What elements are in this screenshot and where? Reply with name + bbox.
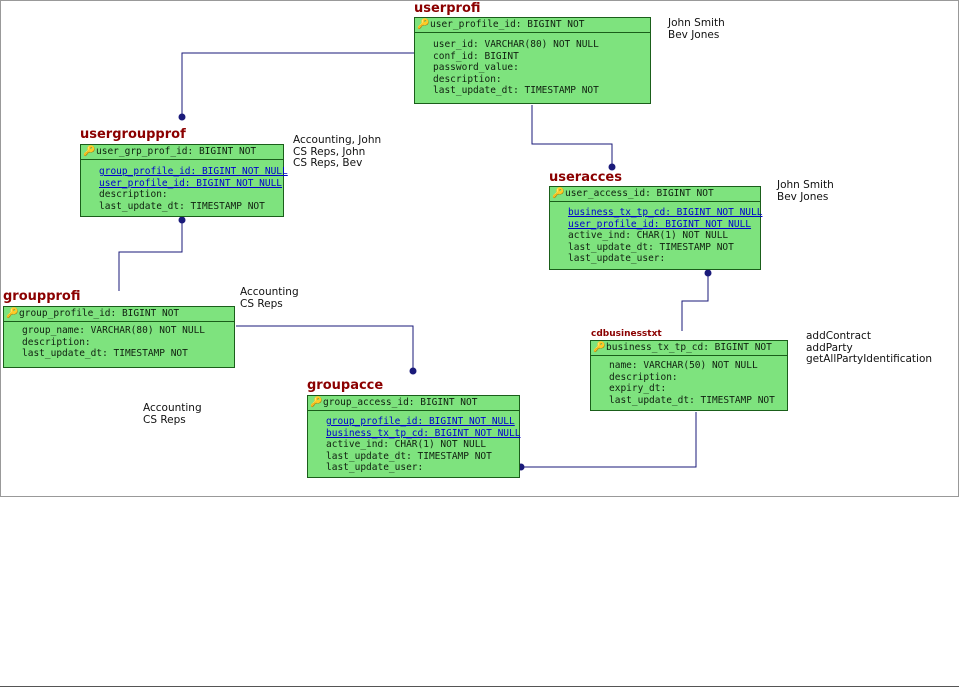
primary-key-column: user_profile_id: BIGINT NOT	[430, 19, 585, 30]
relationship-line-groupprofi-usergroupprof	[118, 220, 183, 291]
column: name: VARCHAR(50) NOT NULL	[609, 360, 758, 371]
foreign-key-column: business_tx_tp_cd: BIGINT NOT NULL	[568, 207, 763, 218]
primary-key-row: 🔑user_grp_prof_id: BIGINT NOT	[81, 145, 283, 160]
foreign-key-column: user_profile_id: BIGINT NOT NULL	[99, 177, 283, 189]
column: conf_id: BIGINT	[433, 50, 519, 62]
column-list: business_tx_tp_cd: BIGINT NOT NULL user_…	[568, 207, 762, 265]
column: active_ind: CHAR(1) NOT NULL	[568, 230, 729, 241]
column-list: group_profile_id: BIGINT NOT NULL user_p…	[99, 166, 288, 212]
entity-box[interactable]: 🔑user_grp_prof_id: BIGINT NOT group_prof…	[80, 144, 288, 217]
note-cdbusinesstxt: addContract addParty getAllPartyIdentifi…	[806, 330, 933, 366]
note-line: addContract	[806, 330, 871, 342]
entity-title: groupprofi	[3, 289, 81, 304]
column: last_update_dt: TIMESTAMP NOT	[433, 85, 599, 96]
key-icon: 🔑	[417, 19, 430, 30]
entity-box[interactable]: 🔑group_profile_id: BIGINT NOT group_name…	[3, 306, 235, 368]
note-line: John Smith	[777, 179, 834, 191]
foreign-key-column: user_profile_id: BIGINT NOT NULL	[568, 218, 752, 230]
note-useracces: John Smith Bev Jones	[777, 179, 834, 203]
relationship-line-groupprofi-groupacce	[236, 325, 414, 369]
column: expiry_dt:	[609, 383, 667, 394]
primary-key-column: business_tx_tp_cd: BIGINT NOT	[606, 342, 772, 353]
entity-title: usergroupprof	[80, 127, 186, 142]
primary-key-column: user_access_id: BIGINT NOT	[565, 188, 714, 199]
relationship-end-dot	[178, 216, 186, 224]
column: last_update_user:	[568, 253, 666, 264]
relationship-end-dot	[704, 269, 712, 277]
primary-key-row: 🔑business_tx_tp_cd: BIGINT NOT	[591, 341, 787, 356]
column-list: group_profile_id: BIGINT NOT NULL busine…	[326, 416, 520, 474]
relationship-end-dot	[409, 367, 417, 375]
note-userprofi: John Smith Bev Jones	[668, 17, 725, 41]
foreign-key-column: group_profile_id: BIGINT NOT NULL	[326, 416, 515, 427]
key-icon: 🔑	[552, 188, 565, 199]
entity-box[interactable]: 🔑group_access_id: BIGINT NOT group_profi…	[307, 395, 520, 478]
primary-key-row: 🔑user_access_id: BIGINT NOT	[550, 187, 760, 202]
column-list: user_id: VARCHAR(80) NOT NULL conf_id: B…	[433, 39, 599, 97]
key-icon: 🔑	[83, 146, 96, 157]
key-icon: 🔑	[6, 308, 19, 319]
column: last_update_dt: TIMESTAMP NOT	[568, 241, 734, 253]
primary-key-row: 🔑group_profile_id: BIGINT NOT	[4, 307, 234, 322]
column: description:	[99, 189, 168, 200]
column: description:	[22, 336, 91, 348]
primary-key-column: group_profile_id: BIGINT NOT	[19, 308, 180, 319]
column: last_update_dt: TIMESTAMP NOT	[99, 200, 265, 212]
relationship-end-dot	[178, 113, 186, 121]
column: last_update_dt: TIMESTAMP NOT	[22, 348, 188, 359]
key-icon: 🔑	[593, 342, 606, 353]
column: last_update_dt: TIMESTAMP NOT	[609, 394, 775, 406]
column-list: name: VARCHAR(50) NOT NULL description: …	[609, 360, 775, 406]
note-line: CS Reps, Bev	[293, 157, 363, 169]
entity-title: userprofi	[414, 1, 481, 16]
note-groupprofi: Accounting CS Reps	[240, 286, 299, 310]
note-line: getAllPartyIdentification	[806, 353, 933, 365]
primary-key-column: group_access_id: BIGINT NOT	[323, 397, 478, 408]
column: password_value:	[433, 62, 519, 73]
column: description:	[433, 73, 502, 85]
page-divider	[0, 686, 959, 687]
key-icon: 🔑	[310, 397, 323, 408]
note-line: Accounting	[240, 286, 299, 298]
note-line: CS Reps	[143, 413, 186, 426]
relationship-line-cdbusinesstxt-useracces	[681, 274, 709, 331]
entity-box[interactable]: 🔑business_tx_tp_cd: BIGINT NOT name: VAR…	[590, 340, 788, 411]
entity-title: groupacce	[307, 378, 384, 393]
note-line: CS Reps	[240, 297, 283, 310]
note-usergroupprof: Accounting, John CS Reps, John CS Reps, …	[293, 134, 382, 170]
column: description:	[609, 371, 678, 383]
note-line: Accounting, John	[293, 134, 382, 146]
relationship-line-userprofi-usergroupprof	[181, 52, 415, 116]
column: user_id: VARCHAR(80) NOT NULL	[433, 39, 599, 50]
note-line: John Smith	[668, 17, 725, 29]
column: last_update_dt: TIMESTAMP NOT	[326, 450, 492, 462]
foreign-key-column: business_tx_tp_cd: BIGINT NOT NULL	[326, 427, 521, 439]
column: group_name: VARCHAR(80) NOT NULL	[22, 325, 206, 336]
entity-title: useracces	[549, 170, 622, 185]
note-line: Bev Jones	[668, 28, 720, 41]
primary-key-row: 🔑group_access_id: BIGINT NOT	[308, 396, 519, 411]
note-line: Accounting	[143, 402, 202, 414]
column: last_update_user:	[326, 462, 424, 473]
foreign-key-column: group_profile_id: BIGINT NOT NULL	[99, 166, 288, 177]
primary-key-column: user_grp_prof_id: BIGINT NOT	[96, 146, 257, 157]
relationship-line-userprofi-useracces	[531, 105, 613, 165]
column-list: group_name: VARCHAR(80) NOT NULL descrip…	[22, 325, 205, 360]
entity-title: cdbusinesstxt	[591, 329, 662, 339]
relationship-line-cdbusinesstxt-groupacce	[522, 412, 697, 468]
entity-box[interactable]: 🔑user_access_id: BIGINT NOT business_tx_…	[549, 186, 762, 270]
note-groupacce: Accounting CS Reps	[143, 402, 202, 426]
column: active_ind: CHAR(1) NOT NULL	[326, 439, 487, 450]
entity-box[interactable]: 🔑user_profile_id: BIGINT NOT user_id: VA…	[414, 17, 651, 104]
note-line: Bev Jones	[777, 190, 829, 203]
primary-key-row: 🔑user_profile_id: BIGINT NOT	[415, 18, 650, 33]
